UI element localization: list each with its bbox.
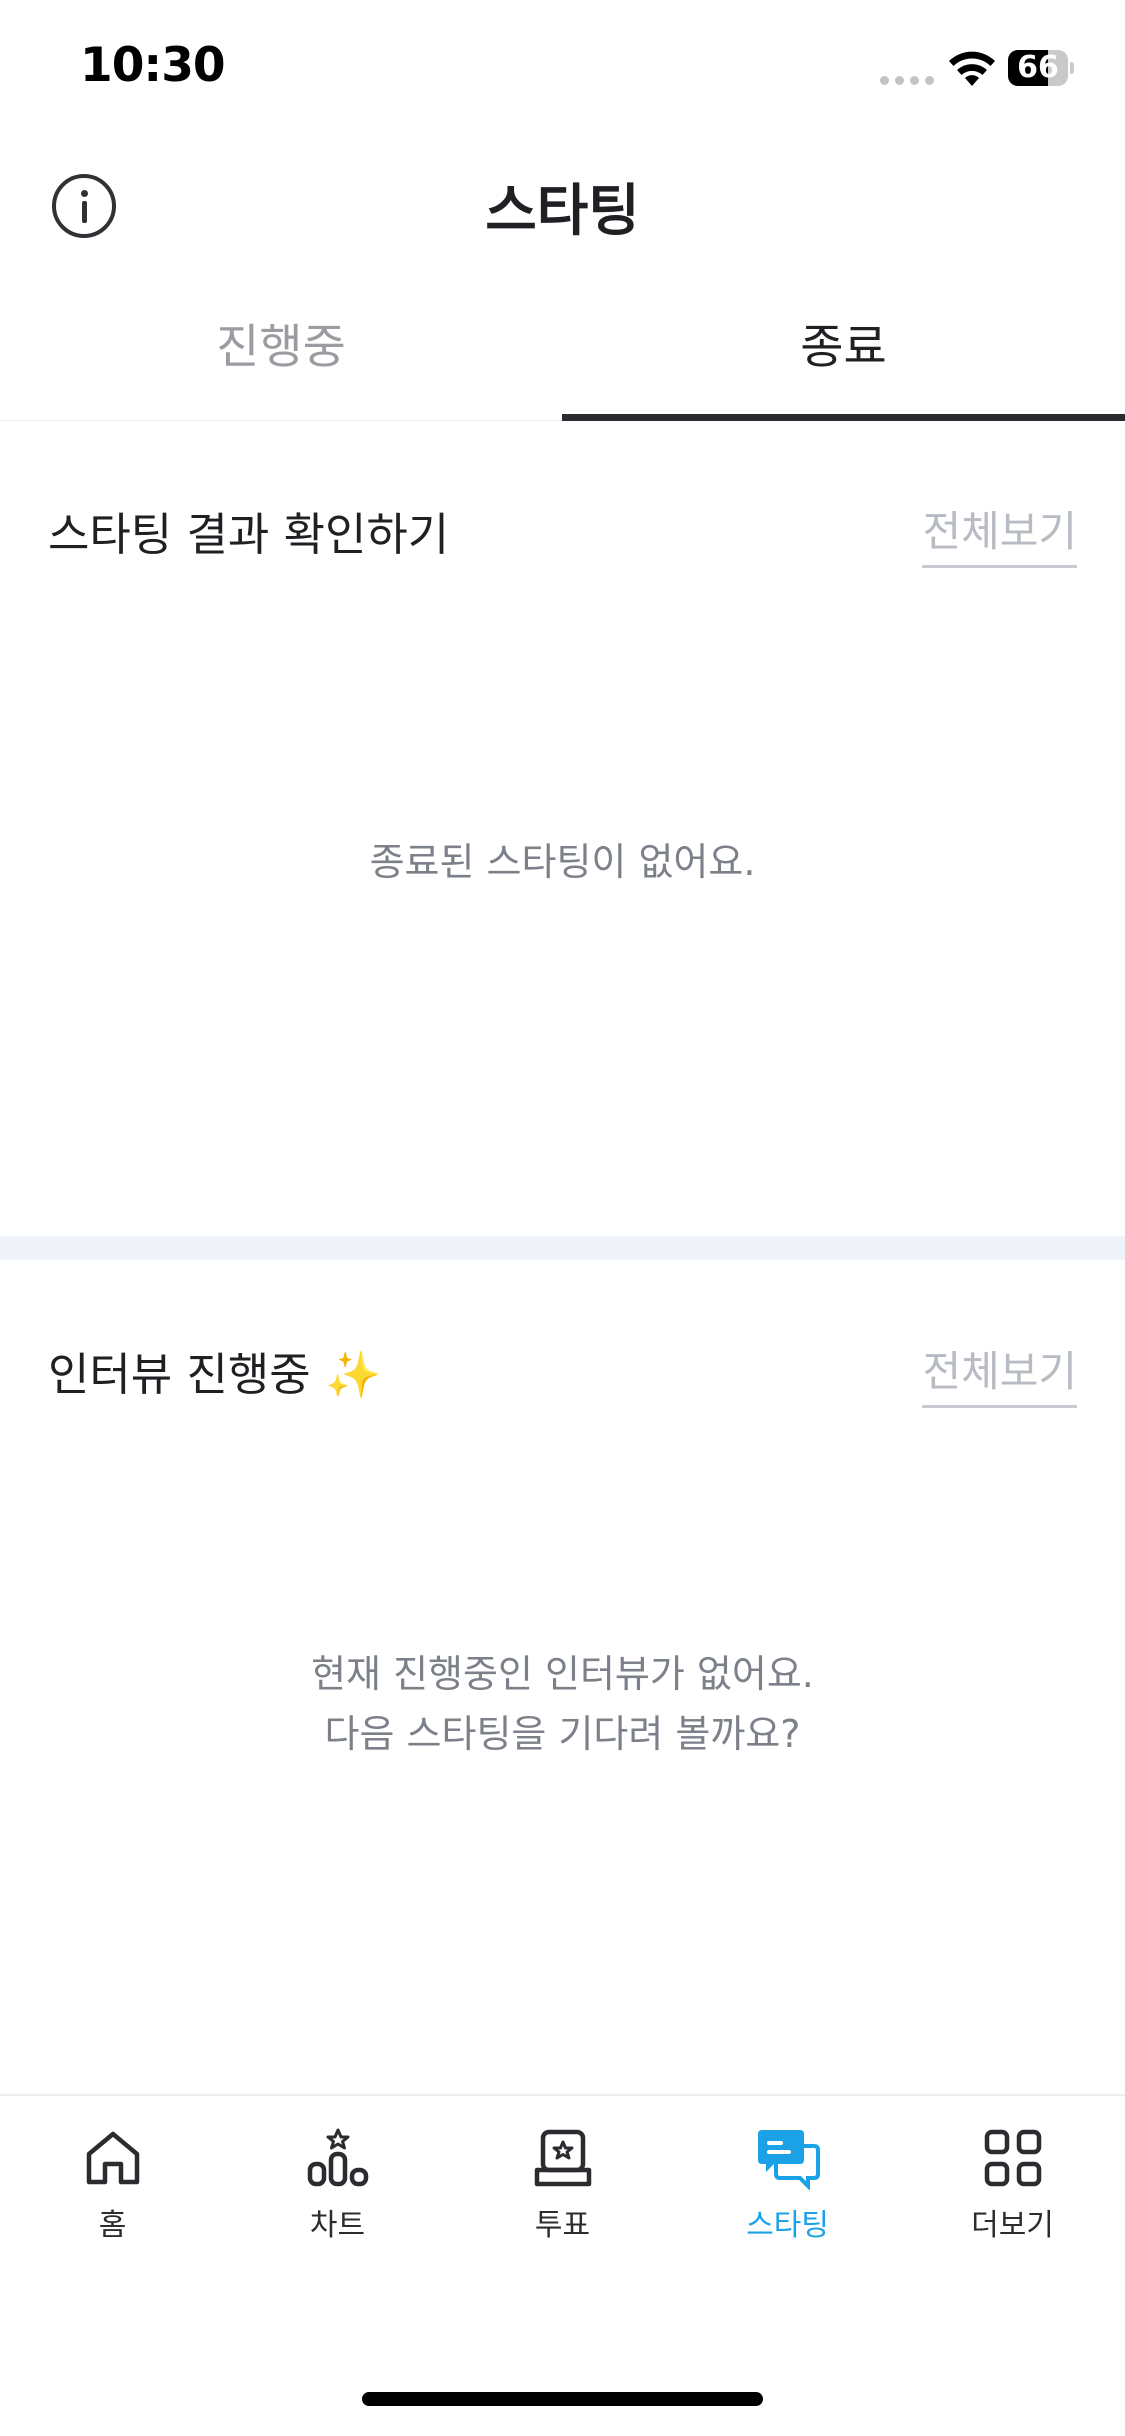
interview-empty-line-2: 다음 스타팅을 기다려 볼까요? (324, 1712, 801, 1756)
app-screen: 10:30 66 스타팅 진행중 종료 스타팅 결과 확인하기 전체보기 종료된… (0, 0, 1125, 2436)
page-title: 스타팅 (485, 179, 640, 244)
chat-bubbles-icon (757, 2130, 820, 2190)
battery-icon: 66 (1008, 50, 1074, 86)
nav-label-home: 홈 (98, 2208, 127, 2243)
wifi-icon (949, 51, 995, 86)
tab-ended[interactable]: 종료 (562, 300, 1125, 420)
tab-ongoing[interactable]: 진행중 (0, 300, 562, 420)
bottom-navigation: 홈 차트 투표 스타팅 더보기 (0, 2094, 1125, 2436)
tab-bar: 진행중 종료 (0, 300, 1125, 421)
chart-icon (307, 2128, 368, 2187)
nav-label-chart: 차트 (309, 2208, 366, 2243)
nav-item-home[interactable]: 홈 (0, 2126, 225, 2276)
vote-box-icon (534, 2129, 591, 2187)
status-bar: 10:30 66 (0, 0, 1125, 130)
interview-view-all-link[interactable]: 전체보기 (922, 1338, 1077, 1408)
battery-level: 66 (1017, 50, 1059, 85)
results-section-title: 스타팅 결과 확인하기 (48, 508, 450, 561)
nav-item-chart[interactable]: 차트 (225, 2126, 450, 2276)
interview-empty-message: 현재 진행중인 인터뷰가 없어요. 다음 스타팅을 기다려 볼까요? (0, 1644, 1125, 1764)
status-time: 10:30 (80, 38, 226, 93)
nav-item-more[interactable]: 더보기 (900, 2126, 1125, 2276)
active-tab-indicator (562, 414, 1125, 421)
nav-item-vote[interactable]: 투표 (450, 2126, 675, 2276)
nav-label-more: 더보기 (971, 2208, 1054, 2243)
home-icon (86, 2131, 139, 2185)
results-empty-message: 종료된 스타팅이 없어요. (369, 840, 756, 884)
section-divider (0, 1236, 1125, 1260)
results-view-all-link[interactable]: 전체보기 (922, 498, 1077, 568)
interview-empty-line-1: 현재 진행중인 인터뷰가 없어요. (311, 1652, 814, 1696)
home-indicator[interactable] (362, 2392, 763, 2406)
cellular-signal-icon (880, 76, 936, 86)
nav-label-vote: 투표 (534, 2208, 591, 2243)
nav-label-starting: 스타팅 (746, 2208, 829, 2243)
nav-item-starting[interactable]: 스타팅 (675, 2126, 900, 2276)
app-header: 스타팅 (0, 150, 1125, 260)
interview-section-title: 인터뷰 진행중 ✨ (48, 1348, 382, 1401)
grid-more-icon (984, 2129, 1041, 2187)
